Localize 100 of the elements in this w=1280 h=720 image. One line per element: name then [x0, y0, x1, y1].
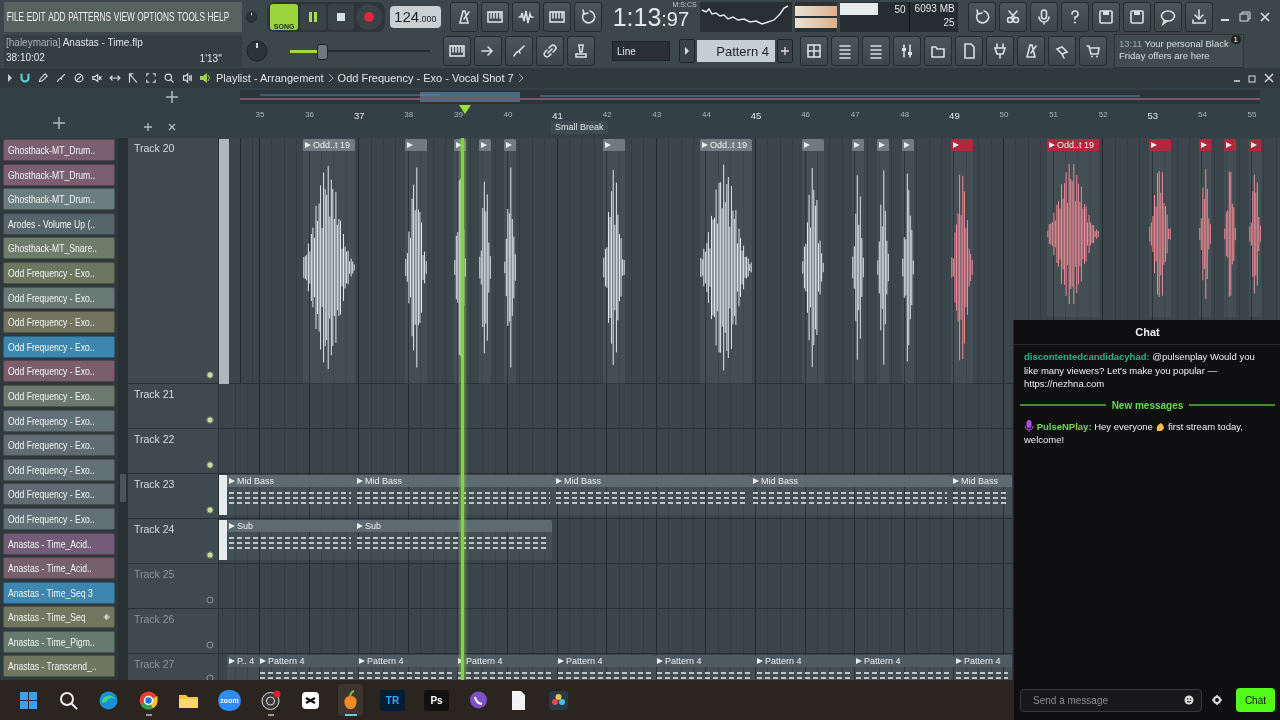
clip-label: Pattern 4 [566, 656, 603, 666]
channel-button[interactable]: Anastas - Time_Seq [3, 606, 115, 629]
bar-number: 40 [503, 110, 513, 119]
chat-send-button[interactable]: Chat [1235, 688, 1275, 712]
menu-item[interactable]: OPTIONS [137, 10, 175, 24]
pattern-clip[interactable]: Mid Bass [951, 475, 1012, 515]
new-messages-divider: New messages [1111, 399, 1184, 411]
channel-button[interactable]: Odd Frequency - Exo.. [3, 261, 115, 284]
clip-label: Mid Bass [564, 476, 601, 486]
timeline-marker[interactable]: Small Break [551, 121, 608, 134]
channel-button[interactable]: Odd Frequency - Exo.. [3, 507, 115, 530]
news-badge: 1 [1230, 35, 1241, 44]
bar-number: 36 [305, 110, 315, 119]
track-lane[interactable]: Sub Sub [219, 519, 1012, 563]
channel-button[interactable]: Anastas - Time_Acid.. [3, 532, 115, 555]
clip-label: Mid Bass [961, 476, 998, 486]
clip-label: Pattern 4 [665, 656, 702, 666]
pattern-clip[interactable]: Sub [355, 520, 552, 560]
bar-number: 35 [255, 110, 265, 119]
pattern-clip[interactable]: Mid Bass [355, 475, 554, 515]
audio-clip[interactable]: Odd..t 19 [700, 139, 752, 384]
bar-number: 53 [1147, 110, 1159, 121]
track-name[interactable]: Track 22 [134, 433, 175, 445]
channel-button[interactable]: Ghosthack-MT_Drum.. [3, 188, 115, 211]
channel-button[interactable]: Odd Frequency - Exo.. [3, 311, 115, 334]
menu-item[interactable]: TOOLS [177, 10, 205, 24]
menu-item[interactable]: EDIT [26, 10, 46, 24]
audio-clip[interactable]: Odd..t 19 [1047, 139, 1099, 317]
tempo-display[interactable]: 124.000 [390, 6, 441, 28]
channel-button[interactable]: Odd Frequency - Exo.. [3, 483, 115, 506]
channel-button[interactable]: Odd Frequency - Exo.. [3, 409, 115, 432]
clip-label: Mid Bass [237, 476, 274, 486]
chat-title: Chat [1135, 326, 1160, 338]
memory-readout: 6093 MB [913, 2, 955, 16]
channel-button[interactable]: Odd Frequency - Exo.. [3, 384, 115, 407]
track-name[interactable]: Track 20 [134, 142, 175, 154]
menu-item[interactable]: PATTERNS [68, 10, 111, 24]
pattern-clip[interactable]: Mid Bass [554, 475, 751, 515]
clip-label: Pattern 4 [367, 656, 404, 666]
menu-item[interactable]: VIEW [113, 10, 135, 24]
clip-label: P.. 4 [237, 656, 255, 666]
channel-button[interactable]: Odd Frequency - Exo.. [3, 335, 115, 358]
clip-label: Sub [365, 521, 381, 531]
project-time: 38:10:02 [6, 52, 45, 63]
project-title: [haleymaria] Anastas - Time.flp [6, 37, 143, 48]
menu-item[interactable]: HELP [207, 10, 230, 24]
clip-label: Pattern 4 [964, 656, 1001, 666]
track-name[interactable]: Track 23 [134, 478, 175, 490]
track-lane[interactable]: P.. 4 Pattern 4 Pattern 4 Pattern 4 Pattern 4 Pattern 4 Pattern 4 Pattern 4 Pattern 4 [219, 654, 1012, 680]
channel-button[interactable]: Ghosthack-MT_Drum.. [3, 139, 115, 161]
clip-label: Pattern 4 [268, 656, 305, 666]
clip-label: Odd..t 19 [313, 140, 351, 150]
pattern-selector[interactable]: Pattern 4 [697, 40, 775, 62]
pattern-clip[interactable]: Mid Bass [227, 475, 355, 515]
pattern-clip[interactable]: Sub [227, 520, 355, 560]
channel-button[interactable]: Ghosthack-MT_Snare.. [3, 237, 115, 260]
track-lane[interactable]: Mid Bass Mid Bass Mid Bass Mid Bass Mid Bass [219, 474, 1012, 518]
track-name[interactable]: Track 24 [134, 523, 175, 535]
chat-input-field[interactable]: Send a message [1020, 688, 1202, 712]
channel-button[interactable]: Odd Frequency - Exo.. [3, 434, 115, 457]
snap-select[interactable]: Line [612, 41, 670, 61]
channel-button[interactable]: Anastas - Time_Acid.. [3, 557, 115, 580]
bar-number: 52 [1098, 110, 1108, 119]
channel-button[interactable]: Anastas - Transcend_.. [3, 655, 115, 678]
channel-button[interactable]: Odd Frequency - Exo.. [3, 458, 115, 481]
clip-label: Pattern 4 [466, 656, 503, 666]
cpu-meter: 50 [839, 2, 910, 32]
channel-button[interactable]: Anastas - Time_Seq 3 [3, 581, 115, 604]
chat-message: Hey everyone [1094, 420, 1153, 432]
track-name[interactable]: Track 26 [134, 613, 175, 625]
clip-label: Pattern 4 [864, 656, 901, 666]
channel-button[interactable]: Odd Frequency - Exo.. [3, 360, 115, 383]
bar-number: 47 [850, 110, 860, 119]
bar-number: 49 [949, 110, 960, 121]
track-name[interactable]: Track 21 [134, 388, 175, 400]
bar-number: 54 [1197, 110, 1207, 119]
bar-number: 48 [900, 110, 910, 119]
channel-button[interactable]: Odd Frequency - Exo.. [3, 286, 115, 309]
bar-number: 41 [552, 110, 563, 121]
channel-button[interactable]: Arodes - Volume Up (.. [3, 212, 115, 235]
bar-number: 38 [404, 110, 414, 119]
clip-label: Mid Bass [761, 476, 798, 486]
song-length: 1'13'' [199, 53, 222, 64]
menu-item[interactable]: ADD [48, 10, 66, 24]
news-text[interactable]: 13:11 Your personal Black Friday offers are here [1119, 38, 1231, 62]
chat-message: first stream today, [1168, 420, 1243, 432]
chat-message: welcome! [1024, 434, 1065, 445]
news-panel[interactable]: 13:11 Your personal Black Friday offers are here 1 [1114, 34, 1244, 68]
audio-clip[interactable]: Odd..t 19 [303, 139, 355, 384]
clip-label: Odd..t 19 [710, 140, 748, 150]
chat-username[interactable]: PulseNPlay: [1036, 420, 1092, 432]
channel-button[interactable]: Ghosthack-MT_Drum.. [3, 163, 115, 186]
bar-number: 43 [652, 110, 662, 119]
menu-item[interactable]: FILE [6, 10, 25, 24]
track-name[interactable]: Track 25 [134, 568, 175, 580]
bar-number: 45 [750, 110, 762, 121]
pattern-clip[interactable]: Mid Bass [751, 475, 951, 515]
channel-button[interactable]: Anastas - Time_Pigm.. [3, 630, 115, 653]
playlist-title: Playlist - Arrangement [216, 72, 324, 84]
breadcrumb-item[interactable]: Odd Frequency - Exo - Vocal Shot 7 [337, 72, 514, 84]
